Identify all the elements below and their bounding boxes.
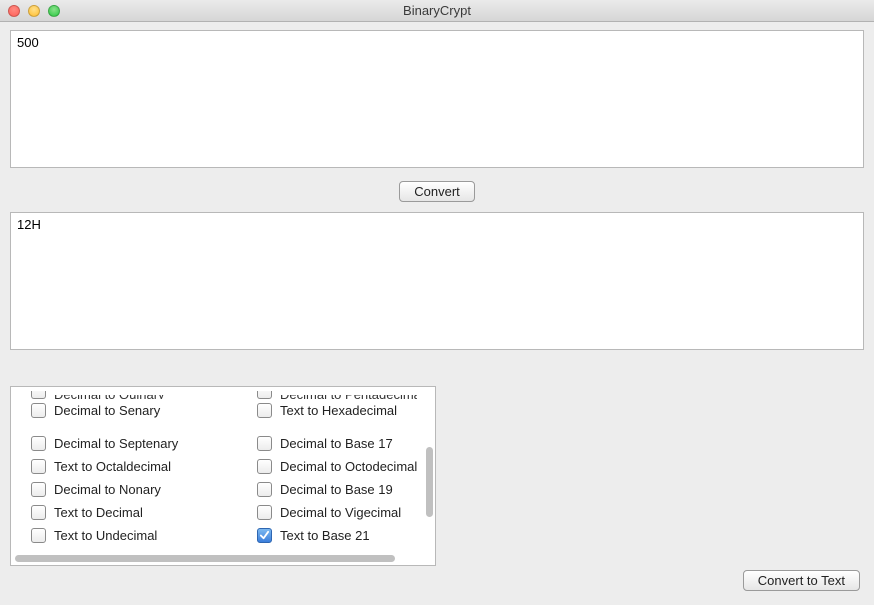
- zoom-icon[interactable]: [48, 5, 60, 17]
- option-label: Decimal to Pentadecimal: [280, 395, 417, 399]
- vertical-scrollbar[interactable]: [426, 389, 433, 539]
- checkbox[interactable]: [31, 436, 46, 451]
- window-title: BinaryCrypt: [0, 3, 874, 18]
- minimize-icon[interactable]: [28, 5, 40, 17]
- checkbox-icon[interactable]: [31, 391, 46, 399]
- checkbox[interactable]: [257, 505, 272, 520]
- close-icon[interactable]: [8, 5, 20, 17]
- input-textarea[interactable]: [10, 30, 864, 168]
- checkbox[interactable]: [257, 436, 272, 451]
- convert-to-text-button[interactable]: Convert to Text: [743, 570, 860, 591]
- options-panel: Decimal to Quinary Decimal to Pentadecim…: [10, 386, 436, 566]
- convert-button[interactable]: Convert: [399, 181, 475, 202]
- option-label: Text to Hexadecimal: [280, 403, 397, 418]
- checkbox[interactable]: [257, 528, 272, 543]
- checkbox[interactable]: [31, 403, 46, 418]
- option-label: Text to Decimal: [54, 505, 143, 520]
- checkbox[interactable]: [257, 403, 272, 418]
- checkbox[interactable]: [31, 505, 46, 520]
- option-row: Decimal to Nonary Decimal to Base 19: [11, 478, 417, 501]
- checkbox[interactable]: [31, 528, 46, 543]
- content-area: Convert: [0, 22, 874, 363]
- option-label: Text to Octaldecimal: [54, 459, 171, 474]
- option-label: Text to Undecimal: [54, 528, 157, 543]
- checkbox[interactable]: [257, 459, 272, 474]
- titlebar: BinaryCrypt: [0, 0, 874, 22]
- option-row: Decimal to Septenary Decimal to Base 17: [11, 432, 417, 455]
- option-label: Decimal to Base 17: [280, 436, 393, 451]
- options-list: Decimal to Quinary Decimal to Pentadecim…: [11, 387, 417, 547]
- options-cut-row: Decimal to Quinary Decimal to Pentadecim…: [11, 387, 417, 399]
- output-textarea[interactable]: [10, 212, 864, 350]
- horizontal-scroll-thumb[interactable]: [15, 555, 395, 562]
- option-label: Decimal to Septenary: [54, 436, 178, 451]
- option-label: Decimal to Base 19: [280, 482, 393, 497]
- convert-row: Convert: [10, 171, 864, 212]
- option-label: Decimal to Octodecimal: [280, 459, 417, 474]
- option-label: Decimal to Vigecimal: [280, 505, 401, 520]
- horizontal-scrollbar[interactable]: [15, 555, 413, 562]
- option-label: Decimal to Senary: [54, 403, 160, 418]
- option-row: Text to Octaldecimal Decimal to Octodecim…: [11, 455, 417, 478]
- option-label: Decimal to Nonary: [54, 482, 161, 497]
- option-row: Text to Undecimal Text to Base 21: [11, 524, 417, 547]
- checkbox-icon[interactable]: [257, 391, 272, 399]
- checkbox[interactable]: [257, 482, 272, 497]
- vertical-scroll-thumb[interactable]: [426, 447, 433, 517]
- option-row: Decimal to Senary Text to Hexadecimal: [11, 399, 417, 422]
- checkbox[interactable]: [31, 482, 46, 497]
- option-label: Text to Base 21: [280, 528, 370, 543]
- option-row: Text to Decimal Decimal to Vigecimal: [11, 501, 417, 524]
- checkbox[interactable]: [31, 459, 46, 474]
- option-label: Decimal to Quinary: [54, 395, 165, 399]
- window-controls: [0, 5, 60, 17]
